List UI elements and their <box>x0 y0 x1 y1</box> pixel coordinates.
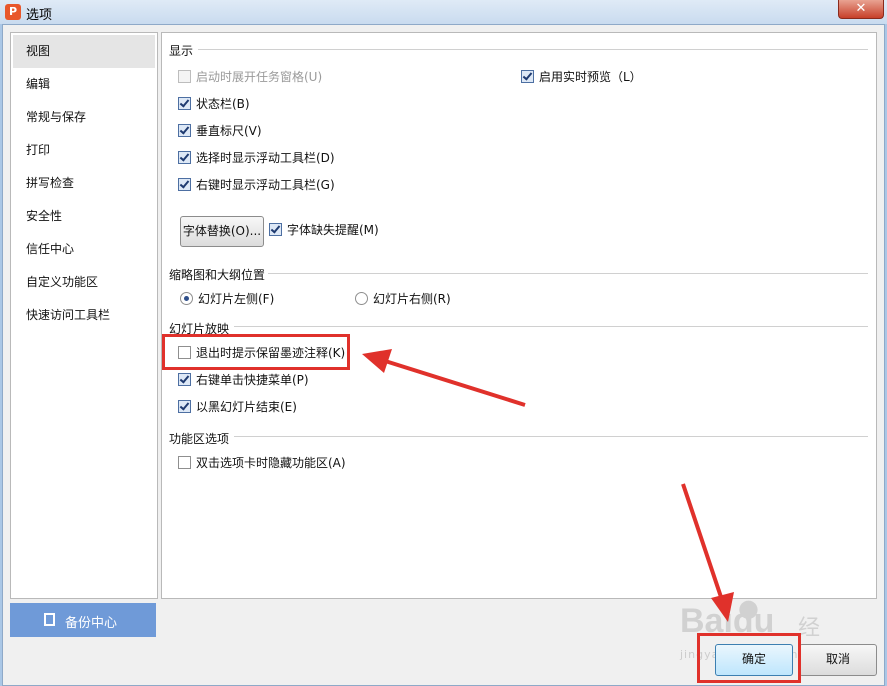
divider <box>234 436 868 437</box>
ok-button[interactable]: 确定 <box>715 644 793 676</box>
sidebar-item-view[interactable]: 视图 <box>13 35 155 68</box>
view-options-panel: 显示 启动时展开任务窗格(U) 启用实时预览（L） 状态栏(B) 垂直标尺(V)… <box>161 32 877 599</box>
section-heading-display: 显示 <box>169 44 194 58</box>
sidebar-item-general-save[interactable]: 常规与保存 <box>13 101 155 134</box>
window-title: 选项 <box>26 8 53 23</box>
close-icon: ✕ <box>855 1 867 16</box>
option-label: 幻灯片右侧(R) <box>373 292 451 306</box>
section-heading-thumbnail: 缩略图和大纲位置 <box>169 268 266 282</box>
option-label: 启动时展开任务窗格(U) <box>196 70 323 84</box>
checkbox[interactable] <box>178 456 191 469</box>
sidebar-item-edit[interactable]: 编辑 <box>13 68 155 101</box>
option-label: 双击选项卡时隐藏功能区(A) <box>196 456 346 470</box>
divider <box>198 49 868 50</box>
sidebar-item-print[interactable]: 打印 <box>13 134 155 167</box>
checkbox[interactable] <box>521 70 534 83</box>
option-label: 状态栏(B) <box>196 97 250 111</box>
close-button[interactable]: ✕ <box>838 0 884 19</box>
backup-center-button[interactable]: 备份中心 <box>10 603 156 637</box>
checkbox[interactable] <box>178 346 191 359</box>
option-label: 右键时显示浮动工具栏(G) <box>196 178 335 192</box>
window-titlebar: P 选项 ✕ <box>0 0 887 24</box>
checkbox[interactable] <box>178 400 191 413</box>
option-label: 垂直标尺(V) <box>196 124 262 138</box>
option-label: 退出时提示保留墨迹注释(K) <box>196 346 346 360</box>
backup-center-label: 备份中心 <box>65 616 118 631</box>
sidebar-item-customize-ribbon[interactable]: 自定义功能区 <box>13 266 155 299</box>
option-label: 幻灯片左侧(F) <box>198 292 275 306</box>
option-label: 启用实时预览（L） <box>539 70 642 84</box>
font-replace-button[interactable]: 字体替换(O)... <box>180 216 264 247</box>
cancel-button[interactable]: 取消 <box>799 644 877 676</box>
radio-button[interactable] <box>355 292 368 305</box>
section-heading-ribbon: 功能区选项 <box>169 432 230 446</box>
section-heading-slideshow: 幻灯片放映 <box>169 322 230 336</box>
option-label: 字体缺失提醒(M) <box>287 223 379 237</box>
option-label: 以黑幻灯片结束(E) <box>196 400 297 414</box>
sidebar-item-trust-center[interactable]: 信任中心 <box>13 233 155 266</box>
divider <box>268 273 868 274</box>
backup-icon <box>44 613 55 626</box>
sidebar-item-security[interactable]: 安全性 <box>13 200 155 233</box>
radio-button[interactable] <box>180 292 193 305</box>
sidebar-item-spell-check[interactable]: 拼写检查 <box>13 167 155 200</box>
checkbox[interactable] <box>178 97 191 110</box>
checkbox[interactable] <box>178 151 191 164</box>
option-label: 右键单击快捷菜单(P) <box>196 373 309 387</box>
checkbox[interactable] <box>178 178 191 191</box>
checkbox[interactable] <box>178 70 191 83</box>
sidebar-item-quick-access-toolbar[interactable]: 快速访问工具栏 <box>13 299 155 332</box>
option-label: 选择时显示浮动工具栏(D) <box>196 151 335 165</box>
checkbox[interactable] <box>178 373 191 386</box>
checkbox[interactable] <box>178 124 191 137</box>
checkbox[interactable] <box>269 223 282 236</box>
category-sidebar: 视图 编辑 常规与保存 打印 拼写检查 安全性 信任中心 自定义功能区 快速访问… <box>10 32 158 599</box>
divider <box>234 326 868 327</box>
wps-presentation-icon: P <box>5 4 21 20</box>
